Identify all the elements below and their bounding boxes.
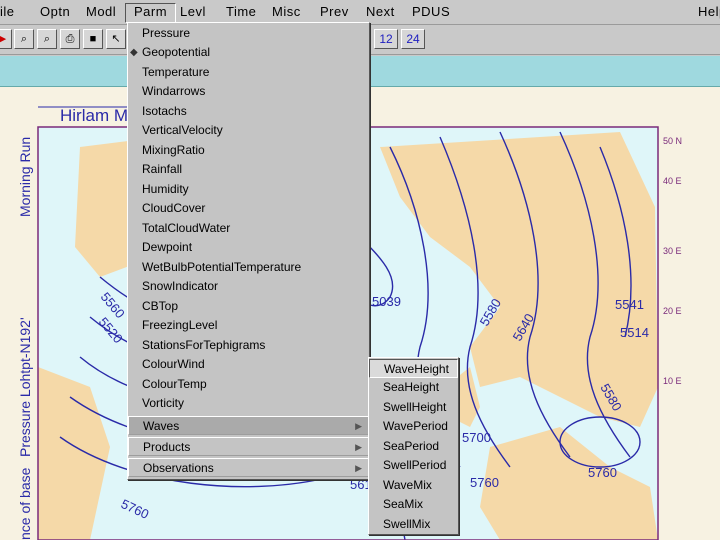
menu-item-colourwind[interactable]: ColourWind [128, 355, 369, 374]
menu-pdus[interactable]: PDUS [412, 4, 450, 19]
menu-modl[interactable]: Modl [86, 4, 116, 19]
menu-item-waveheight[interactable]: WaveHeight [369, 359, 458, 378]
menu-item-isotachs[interactable]: Isotachs [128, 102, 369, 121]
menu-item-swellheight[interactable]: SwellHeight [369, 398, 458, 417]
menu-item-seaheight[interactable]: SeaHeight [369, 378, 458, 397]
menu-item-observations[interactable]: Observations ▶ [128, 458, 369, 477]
zoom-in-icon[interactable]: ⌕ [14, 29, 34, 49]
menu-item-pressure[interactable]: Pressure [128, 24, 369, 43]
menu-item-swellmix[interactable]: SwellMix [369, 515, 458, 534]
pointer-icon[interactable]: ↖ [106, 29, 126, 49]
menu-item-seamix[interactable]: SeaMix [369, 495, 458, 514]
svg-text:20 E: 20 E [663, 306, 682, 316]
time-12-button[interactable]: 12 [374, 29, 398, 49]
submenu-arrow-icon: ▶ [355, 442, 362, 452]
menu-next[interactable]: Next [366, 4, 395, 19]
check-icon: ◆ [130, 47, 138, 58]
menu-item-rainfall[interactable]: Rainfall [128, 160, 369, 179]
menu-item-dewpoint[interactable]: Dewpoint [128, 238, 369, 257]
menu-item-waves[interactable]: Waves ▶ [128, 416, 369, 435]
menu-item-waveperiod[interactable]: WavePeriod [369, 417, 458, 436]
lat-labels: 50 N 40 E 30 E 20 E 10 E [663, 136, 682, 386]
menu-item-snowindicator[interactable]: SnowIndicator [128, 277, 369, 296]
menu-item-totalcloudwater[interactable]: TotalCloudWater [128, 219, 369, 238]
run-label: Morning Run [17, 137, 33, 217]
menu-file[interactable]: ile [0, 4, 15, 19]
svg-text:50 N: 50 N [663, 136, 682, 146]
svg-text:5700: 5700 [462, 430, 491, 445]
record-icon[interactable]: ▶ [0, 29, 12, 49]
pressure-label: Pressure Lohtpt-N192' [17, 317, 33, 457]
menu-misc[interactable]: Misc [272, 4, 301, 19]
svg-text:40 E: 40 E [663, 176, 682, 186]
menu-item-mixingratio[interactable]: MixingRatio [128, 141, 369, 160]
svg-text:5514: 5514 [620, 325, 649, 340]
stop-icon[interactable]: ■ [83, 29, 103, 49]
svg-text:30 E: 30 E [663, 246, 682, 256]
submenu-arrow-icon: ▶ [355, 421, 362, 431]
waves-submenu: WaveHeight SeaHeight SwellHeight WavePer… [368, 357, 459, 535]
menu-item-verticalvelocity[interactable]: VerticalVelocity [128, 121, 369, 140]
time-24-button[interactable]: 24 [401, 29, 425, 49]
menu-prev[interactable]: Prev [320, 4, 349, 19]
svg-text:5760: 5760 [588, 465, 617, 480]
menu-help[interactable]: Help [698, 4, 720, 19]
menu-item-windarrows[interactable]: Windarrows [128, 82, 369, 101]
menu-item-wavemix[interactable]: WaveMix [369, 476, 458, 495]
print-icon[interactable]: ⎙ [60, 29, 80, 49]
menu-item-wetbulb[interactable]: WetBulbPotentialTemperature [128, 258, 369, 277]
svg-text:10 E: 10 E [663, 376, 682, 386]
menu-item-geopotential[interactable]: ◆ Geopotential [128, 43, 369, 62]
menu-item-temperature[interactable]: Temperature [128, 63, 369, 82]
svg-text:5760: 5760 [470, 475, 499, 490]
menu-item-freezinglevel[interactable]: FreezingLevel [128, 316, 369, 335]
zoom-out-icon[interactable]: ⌕ [37, 29, 57, 49]
menu-item-seaperiod[interactable]: SeaPeriod [369, 437, 458, 456]
svg-text:5541: 5541 [615, 297, 644, 312]
menu-item-colourtemp[interactable]: ColourTemp [128, 375, 369, 394]
base-label: nce of base [17, 467, 33, 540]
menu-parm[interactable]: Parm [125, 3, 177, 23]
menu-item-stations[interactable]: StationsForTephigrams [128, 336, 369, 355]
menu-time[interactable]: Time [226, 4, 256, 19]
menu-item-products[interactable]: Products ▶ [128, 437, 369, 456]
parm-menu: Pressure ◆ Geopotential Temperature Winda… [127, 22, 370, 480]
menu-item-swellperiod[interactable]: SwellPeriod [369, 456, 458, 475]
submenu-arrow-icon: ▶ [355, 463, 362, 473]
svg-text:5039: 5039 [372, 294, 401, 309]
menu-levl[interactable]: Levl [180, 4, 206, 19]
menu-optn[interactable]: Optn [40, 4, 70, 19]
menu-item-cloudcover[interactable]: CloudCover [128, 199, 369, 218]
menu-item-humidity[interactable]: Humidity [128, 180, 369, 199]
menu-item-cbtop[interactable]: CBTop [128, 297, 369, 316]
menu-item-vorticity[interactable]: Vorticity [128, 394, 369, 413]
